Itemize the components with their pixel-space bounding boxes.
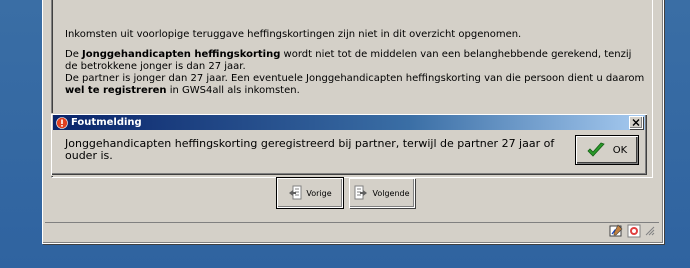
help-icon[interactable]: [627, 224, 641, 238]
status-icons: [609, 224, 655, 238]
next-button-label: Volgende: [372, 188, 410, 198]
resize-grip-icon[interactable]: [645, 226, 655, 236]
close-button[interactable]: [629, 116, 643, 129]
error-dialog: Foutmelding Jonggehandicapten heffingsko…: [50, 113, 648, 176]
next-arrow-icon: [354, 185, 368, 200]
next-button[interactable]: Volgende: [349, 178, 415, 208]
previous-arrow-icon: [289, 185, 302, 200]
info-paragraph-2-pre: De: [65, 49, 83, 60]
close-icon: [632, 119, 640, 126]
dialog-titlebar[interactable]: Foutmelding: [53, 115, 645, 130]
info-line-1: Inkomsten uit voorlopige teruggave heffi…: [65, 29, 522, 40]
info-paragraph-2: De Jonggehandicapten heffingskorting wor…: [65, 49, 645, 97]
previous-button[interactable]: Vorige: [276, 177, 344, 209]
info-paragraph-3-bold: wel te registreren: [65, 85, 167, 96]
info-paragraph-3-pre: De partner is jonger dan 27 jaar. Een ev…: [65, 73, 645, 84]
checkmark-icon: [587, 142, 605, 157]
info-paragraph-2-bold: Jonggehandicapten heffingskorting: [82, 49, 281, 60]
info-paragraph-3-post: in GWS4all als inkomsten.: [166, 85, 300, 96]
error-icon: [56, 116, 68, 129]
ok-button[interactable]: OK: [575, 135, 639, 165]
ok-button-label: OK: [612, 144, 628, 156]
edit-chart-icon[interactable]: [609, 224, 623, 238]
status-bar: [45, 222, 659, 241]
previous-button-label: Vorige: [306, 188, 332, 198]
dialog-title: Foutmelding: [71, 117, 142, 128]
info-text-block: Inkomsten uit voorlopige teruggave heffi…: [65, 29, 645, 105]
dialog-message: Jonggehandicapten heffingskorting geregi…: [65, 137, 555, 162]
